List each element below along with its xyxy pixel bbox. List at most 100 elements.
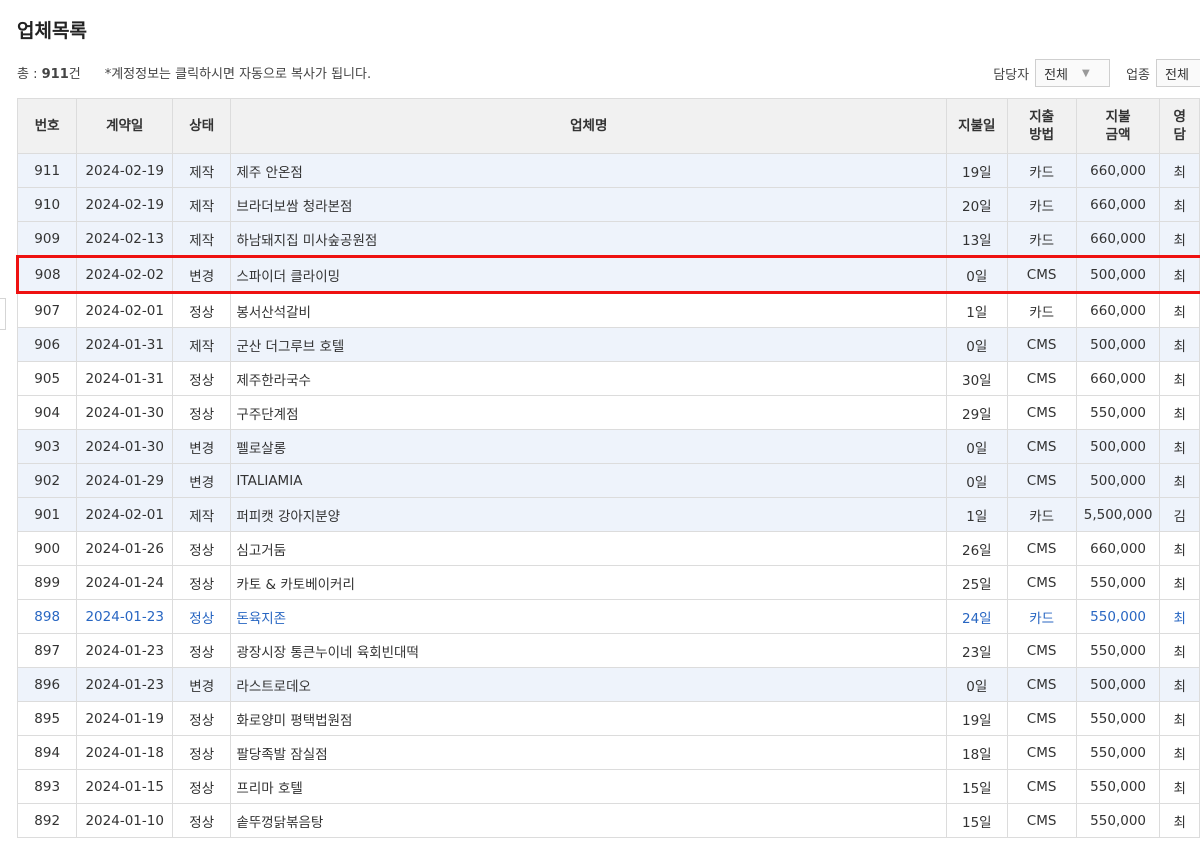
row-payment-amount: 660,000 <box>1075 221 1161 257</box>
row-company-name[interactable]: 하남돼지집 미사숲공원점 <box>230 221 948 257</box>
row-company-name[interactable]: 제주한라국수 <box>230 361 948 396</box>
table-row[interactable]: 900 2024-01-26 정상 심고거둠 26일 CMS 660,000 최 <box>16 531 1200 566</box>
row-status: 제작 <box>172 187 232 222</box>
row-payment-method: 카드 <box>1006 292 1077 328</box>
row-payment-method: CMS <box>1006 565 1077 600</box>
row-manager: 최 <box>1159 395 1200 430</box>
table-row[interactable]: 907 2024-02-01 정상 봉서산석갈비 1일 카드 660,000 최 <box>16 292 1200 328</box>
row-contract-date: 2024-02-13 <box>76 221 174 257</box>
row-status: 제작 <box>172 497 232 532</box>
row-status: 정상 <box>172 531 232 566</box>
row-number: 895 <box>16 701 78 736</box>
table-row[interactable]: 906 2024-01-31 제작 군산 더그루브 호텔 0일 CMS 500,000 최 <box>16 327 1200 362</box>
row-payday: 1일 <box>946 292 1008 328</box>
row-company-name[interactable]: 광장시장 통큰누이네 육회빈대떡 <box>230 633 948 668</box>
table-row[interactable]: 898 2024-01-23 정상 돈육지존 24일 카드 550,000 최 <box>16 599 1200 634</box>
table-row[interactable]: 910 2024-02-19 제작 브라더보쌈 청라본점 20일 카드 660,000 최 <box>16 187 1200 222</box>
table-body: 911 2024-02-19 제작 제주 안온점 19일 카드 660,000 최 910 202… <box>15 153 1200 838</box>
row-company-name[interactable]: 라스트로데오 <box>230 667 948 702</box>
row-company-name[interactable]: 솥뚜껑닭볶음탕 <box>230 803 948 838</box>
side-handle[interactable] <box>0 298 6 330</box>
row-company-name[interactable]: 봉서산석갈비 <box>230 292 948 328</box>
row-company-name[interactable]: 군산 더그루브 호텔 <box>230 327 948 362</box>
row-company-name[interactable]: 프리마 호텔 <box>230 769 948 804</box>
row-contract-date: 2024-02-01 <box>76 292 174 328</box>
row-manager: 최 <box>1159 327 1200 362</box>
row-contract-date: 2024-01-23 <box>76 667 174 702</box>
col-status-header: 상태 <box>172 98 232 154</box>
row-company-name[interactable]: 화로양미 평택법원점 <box>230 701 948 736</box>
row-contract-date: 2024-01-26 <box>76 531 174 566</box>
row-manager: 최 <box>1159 633 1200 668</box>
row-payday: 24일 <box>946 599 1008 634</box>
row-payday: 19일 <box>946 701 1008 736</box>
row-payment-amount: 550,000 <box>1075 395 1161 430</box>
table-row[interactable]: 903 2024-01-30 변경 펠로살롱 0일 CMS 500,000 최 <box>16 429 1200 464</box>
row-contract-date: 2024-02-19 <box>76 153 174 188</box>
row-payment-amount: 660,000 <box>1075 531 1161 566</box>
copy-note: *계정정보는 클릭하시면 자동으로 복사가 됩니다. <box>104 66 372 82</box>
row-company-name[interactable]: 카토 & 카토베이커리 <box>230 565 948 600</box>
col-payment-amount-header: 지불 금액 <box>1075 98 1161 154</box>
table-row[interactable]: 895 2024-01-19 정상 화로양미 평택법원점 19일 CMS 550,000 최 <box>16 701 1200 736</box>
row-company-name[interactable]: 구주단계점 <box>230 395 948 430</box>
row-company-name[interactable]: ITALIAMIA <box>230 463 948 498</box>
row-status: 정상 <box>172 565 232 600</box>
table-row[interactable]: 894 2024-01-18 정상 팔당족발 잠실점 18일 CMS 550,000 최 <box>16 735 1200 770</box>
row-payment-method: CMS <box>1006 531 1077 566</box>
col-contract-date-header: 계약일 <box>76 98 174 154</box>
row-status: 정상 <box>172 395 232 430</box>
row-status: 변경 <box>172 463 232 498</box>
row-contract-date: 2024-02-01 <box>76 497 174 532</box>
row-payment-method: CMS <box>1006 429 1077 464</box>
row-status: 정상 <box>172 735 232 770</box>
row-number: 896 <box>16 667 78 702</box>
table-row[interactable]: 901 2024-02-01 제작 퍼피캣 강아지분양 1일 카드 5,500,000 김 <box>16 497 1200 532</box>
row-company-name[interactable]: 팔당족발 잠실점 <box>230 735 948 770</box>
row-payment-method: CMS <box>1006 395 1077 430</box>
row-company-name[interactable]: 스파이더 클라이밍 <box>230 255 948 294</box>
row-status: 제작 <box>172 327 232 362</box>
row-payment-amount: 660,000 <box>1075 292 1161 328</box>
row-payment-method: CMS <box>1006 463 1077 498</box>
table-row[interactable]: 892 2024-01-10 정상 솥뚜껑닭볶음탕 15일 CMS 550,000 최 <box>16 803 1200 838</box>
row-payment-amount: 550,000 <box>1075 803 1161 838</box>
row-company-name[interactable]: 돈육지존 <box>230 599 948 634</box>
row-payment-amount: 500,000 <box>1075 667 1161 702</box>
row-manager: 최 <box>1159 187 1200 222</box>
company-table: 번호 계약일 상태 업체명 지불일 지출 방법 지불 금액 영 담 911 2024-02-19 제작 제… <box>15 98 1200 838</box>
table-row[interactable]: 909 2024-02-13 제작 하남돼지집 미사숲공원점 13일 카드 660,000 최 <box>16 221 1200 257</box>
row-number: 903 <box>16 429 78 464</box>
row-payment-amount: 500,000 <box>1075 463 1161 498</box>
table-row[interactable]: 893 2024-01-15 정상 프리마 호텔 15일 CMS 550,000 최 <box>16 769 1200 804</box>
row-company-name[interactable]: 퍼피캣 강아지분양 <box>230 497 948 532</box>
row-manager: 최 <box>1159 735 1200 770</box>
table-row[interactable]: 897 2024-01-23 정상 광장시장 통큰누이네 육회빈대떡 23일 CMS 550… <box>16 633 1200 668</box>
table-row[interactable]: 896 2024-01-23 변경 라스트로데오 0일 CMS 500,000 최 <box>16 667 1200 702</box>
table-row[interactable]: 911 2024-02-19 제작 제주 안온점 19일 카드 660,000 최 <box>16 153 1200 188</box>
row-payment-method: CMS <box>1006 735 1077 770</box>
table-row[interactable]: 904 2024-01-30 정상 구주단계점 29일 CMS 550,000 최 <box>16 395 1200 430</box>
row-contract-date: 2024-01-24 <box>76 565 174 600</box>
row-contract-date: 2024-02-19 <box>76 187 174 222</box>
row-manager: 최 <box>1159 463 1200 498</box>
table-row[interactable]: 905 2024-01-31 정상 제주한라국수 30일 CMS 660,000 최 <box>16 361 1200 396</box>
col-number-header: 번호 <box>16 98 78 154</box>
row-contract-date: 2024-01-31 <box>76 327 174 362</box>
table-row[interactable]: 899 2024-01-24 정상 카토 & 카토베이커리 25일 CMS 550,000 최 <box>16 565 1200 600</box>
row-company-name[interactable]: 브라더보쌈 청라본점 <box>230 187 948 222</box>
row-manager: 최 <box>1159 565 1200 600</box>
table-row[interactable]: 908 2024-02-02 변경 스파이더 클라이밍 0일 CMS 500,000 최 <box>15 255 1200 294</box>
row-payday: 15일 <box>946 769 1008 804</box>
row-company-name[interactable]: 펠로살롱 <box>230 429 948 464</box>
row-payment-amount: 660,000 <box>1075 153 1161 188</box>
industry-filter-select[interactable]: 전체 <box>1156 59 1200 87</box>
row-payday: 0일 <box>946 667 1008 702</box>
row-company-name[interactable]: 심고거둠 <box>230 531 948 566</box>
manager-filter-select[interactable]: 전체 ▼ <box>1035 59 1111 87</box>
col-company-name-header: 업체명 <box>230 98 948 154</box>
row-payment-amount: 550,000 <box>1075 735 1161 770</box>
table-row[interactable]: 902 2024-01-29 변경 ITALIAMIA 0일 CMS 500,000 최 <box>16 463 1200 498</box>
row-company-name[interactable]: 제주 안온점 <box>230 153 948 188</box>
row-manager: 최 <box>1159 361 1200 396</box>
